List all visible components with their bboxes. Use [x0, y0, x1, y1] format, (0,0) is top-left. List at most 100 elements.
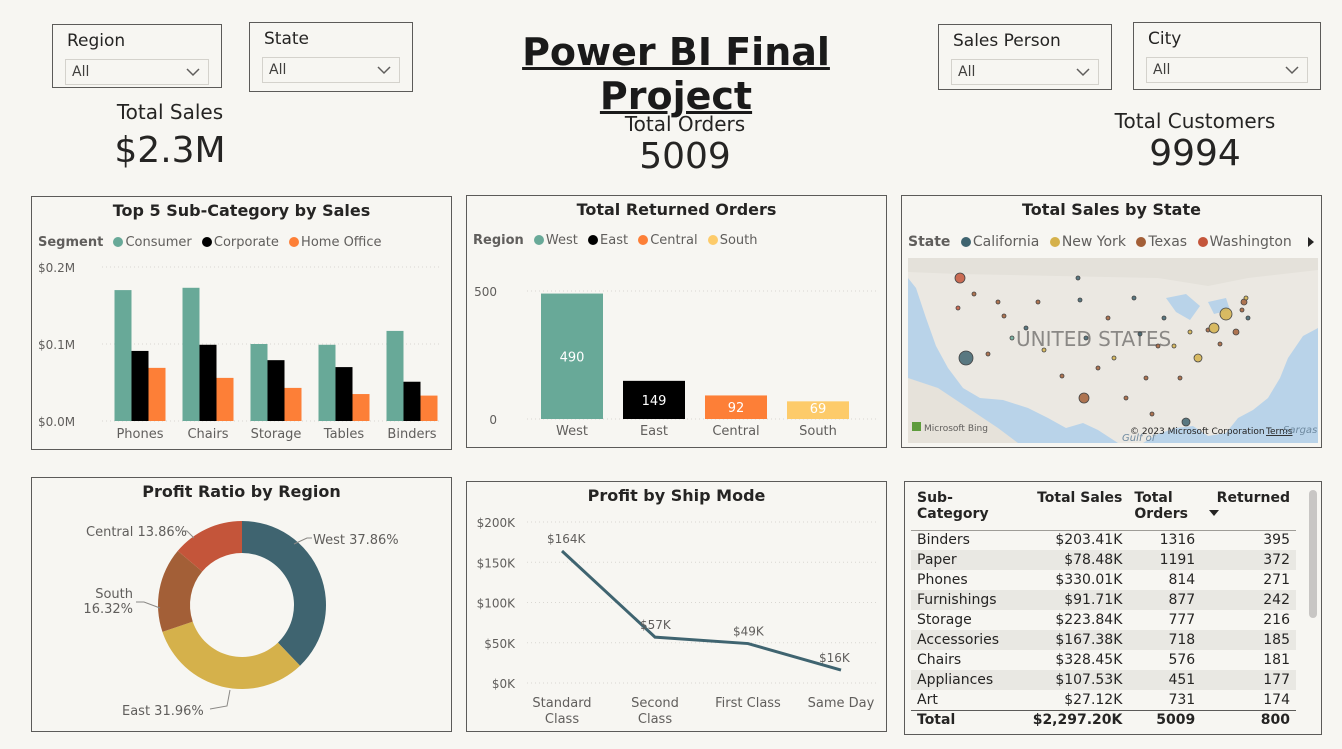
map-bubble	[1217, 341, 1223, 347]
salesperson-slicer-label: Sales Person	[953, 31, 1061, 51]
map-bubble	[1171, 343, 1177, 349]
city-slicer-label: City	[1148, 29, 1182, 49]
header-total-orders[interactable]: Total Orders	[1128, 490, 1202, 531]
cell-total-sales: $330.01K	[1055, 572, 1123, 588]
map-bubble	[985, 351, 991, 357]
y-tick-label: $0.0M	[38, 415, 75, 429]
map-bubble	[1041, 347, 1047, 353]
data-label: 16.32%	[83, 602, 133, 617]
sales-by-state-panel[interactable]: Total Sales by State State California Ne…	[901, 195, 1322, 448]
header-line: Sub-	[917, 490, 953, 506]
y-tick-label: 0	[489, 413, 497, 427]
profit-ratio-panel[interactable]: Profit Ratio by Region West 37.86% East 3…	[31, 477, 452, 732]
top5-subcategory-chart[interactable]: $0.0M $0.1M $0.2M Phones Chairs Storage Tables…	[32, 197, 451, 449]
top5-subcategory-panel[interactable]: Top 5 Sub-Category by Sales Segment Cons…	[31, 196, 452, 450]
table-row[interactable]: Phones $330.01K 814 271	[911, 570, 1296, 590]
cell-total-sales: $107.53K	[1015, 670, 1129, 690]
x-tick-label: Second	[631, 696, 679, 711]
total-returned: 800	[1260, 712, 1290, 729]
chevron-down-icon	[1076, 68, 1090, 77]
cell-returned: 372	[1201, 550, 1296, 570]
map-bubble	[1095, 365, 1101, 371]
x-tick-label: Class	[638, 712, 672, 727]
map-bubble	[1035, 299, 1041, 305]
state-dropdown-value: All	[269, 62, 287, 78]
profit-line	[560, 549, 842, 672]
slice-east	[162, 621, 301, 689]
x-tick-label: Phones	[116, 427, 163, 442]
cell-subcategory: Art	[917, 691, 938, 708]
profit-ratio-donut[interactable]: West 37.86% East 31.96% South16.32% Central…	[32, 478, 451, 731]
total-customers-value: 9994	[1149, 133, 1241, 174]
map-bubble	[1161, 315, 1167, 321]
cell-total-orders: 814	[1168, 572, 1196, 588]
header-returned[interactable]: Returned	[1201, 490, 1296, 531]
header-total-sales[interactable]: Total Sales	[1015, 490, 1129, 531]
table-row[interactable]: Paper $78.48K 1191 372	[911, 550, 1296, 570]
bar-home-office	[352, 394, 370, 421]
profit-ship-mode-chart[interactable]: $0K $50K $100K $150K $200K $164K $57K $49K $16K S…	[467, 482, 886, 731]
returned-orders-panel[interactable]: Total Returned Orders Region West East C…	[466, 195, 887, 448]
table-row[interactable]: Storage $223.84K 777 216	[911, 610, 1296, 630]
data-label: South	[95, 587, 133, 602]
table-row[interactable]: Chairs $328.45K 576 181	[911, 650, 1296, 670]
chevron-down-icon	[377, 66, 391, 75]
table-scrollbar[interactable]	[1309, 490, 1317, 618]
profit-ship-mode-panel[interactable]: Profit by Ship Mode $0K $50K $100K $150K $20…	[466, 481, 887, 732]
salesperson-slicer[interactable]: Sales Person All	[938, 24, 1112, 90]
city-dropdown[interactable]: All	[1146, 57, 1308, 83]
header-subcategory[interactable]: Sub- Category	[911, 490, 1016, 531]
subcategory-table-panel[interactable]: Sub- Category Total Sales Total Orders R…	[904, 481, 1322, 735]
map-bubble	[954, 272, 966, 284]
state-slicer[interactable]: State All	[249, 22, 413, 92]
returned-orders-chart[interactable]: 0 500 490 West 149 East 92 Central 69 South	[467, 196, 886, 447]
table-row[interactable]: Furnishings $91.71K 877 242	[911, 590, 1296, 610]
legend-next-arrow-icon[interactable]	[1307, 236, 1315, 248]
total-label: Total	[917, 712, 956, 729]
salesperson-dropdown[interactable]: All	[951, 59, 1099, 85]
cell-returned: 242	[1201, 590, 1296, 610]
x-tick-label: First Class	[715, 696, 781, 711]
table-row[interactable]: Accessories $167.38K 718 185	[911, 630, 1296, 650]
y-tick-label: $100K	[477, 597, 517, 611]
cell-subcategory: Phones	[917, 572, 968, 588]
cell-subcategory: Binders	[917, 532, 970, 549]
region-dropdown[interactable]: All	[65, 59, 209, 85]
table-row[interactable]: Art $27.12K 731 174	[911, 690, 1296, 710]
cell-total-orders: 777	[1168, 612, 1196, 628]
legend-title: State	[908, 234, 951, 250]
bar-corporate	[199, 344, 217, 421]
x-tick-label: Storage	[251, 427, 302, 442]
city-slicer[interactable]: City All	[1133, 22, 1321, 90]
cell-returned: 271	[1263, 572, 1290, 588]
map-bubble	[1123, 395, 1129, 401]
region-slicer[interactable]: Region All	[52, 24, 222, 88]
y-tick-label: $150K	[477, 556, 517, 570]
header-line: Total	[1134, 490, 1173, 506]
cell-subcategory: Chairs	[917, 652, 962, 668]
us-map[interactable]: UNITED STATES Microsoft Bing Gulf of © 2…	[908, 258, 1318, 443]
legend-washington: Washington	[1209, 234, 1292, 250]
table-header-row: Sub- Category Total Sales Total Orders R…	[911, 490, 1296, 531]
bar-consumer	[386, 330, 404, 421]
bar-consumer	[250, 344, 268, 421]
table-row[interactable]: Appliances $107.53K 451 177	[911, 670, 1296, 690]
data-label: Central 13.86%	[86, 525, 187, 540]
map-bubble	[1078, 392, 1090, 404]
total-orders: 5009	[1156, 712, 1196, 729]
cell-subcategory: Appliances	[911, 670, 1016, 690]
table-row[interactable]: Binders $203.41K 1316 395	[911, 530, 1296, 550]
sales-by-state-title: Total Sales by State	[1022, 200, 1201, 219]
subcategory-table: Sub- Category Total Sales Total Orders R…	[911, 490, 1296, 730]
cell-total-sales: $91.71K	[1015, 590, 1129, 610]
cell-returned: 181	[1263, 652, 1290, 668]
state-dropdown[interactable]: All	[262, 57, 400, 83]
bar-corporate	[403, 381, 421, 421]
x-tick-label: Same Day	[808, 696, 875, 711]
header-line: Orders	[1134, 506, 1188, 522]
legend-new-york: New York	[1061, 234, 1126, 250]
map-bubble	[1001, 313, 1007, 319]
x-tick-label: West	[556, 424, 588, 439]
bar-consumer	[182, 287, 200, 421]
cell-returned: 395	[1263, 532, 1290, 549]
